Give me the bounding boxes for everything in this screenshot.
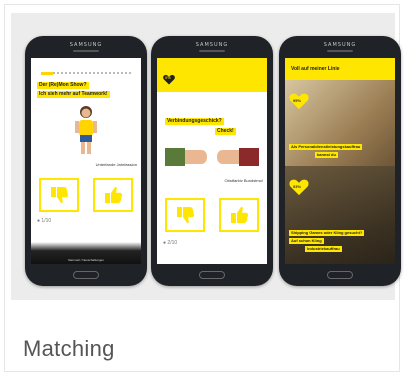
pagination: ● 1/10 <box>37 218 52 224</box>
heart-badge-2: 93% <box>289 178 309 201</box>
fist-bump-illustration <box>165 148 259 166</box>
project-card[interactable]: SAMSUNG Der (Re)Mon Show? Ich sieh mehr … <box>4 4 401 372</box>
question-line-1: Verbindungsgeschick? <box>165 118 224 125</box>
home-button <box>199 271 225 279</box>
phone-mockup-1: SAMSUNG Der (Re)Mon Show? Ich sieh mehr … <box>25 36 147 286</box>
question-line-2: Ich sieh mehr auf Teamwork! <box>37 91 110 98</box>
phone-brand: SAMSUNG <box>195 42 229 48</box>
badge-percent: 95% <box>293 98 302 103</box>
match-line-2: kannst du <box>315 152 338 158</box>
dislike-button[interactable] <box>165 198 205 232</box>
screen-header-band: Voll auf meiner Linie <box>285 58 395 80</box>
thumbs-down-icon <box>177 207 195 224</box>
crowd-silhouette: Sammelt / Neuschaltungen <box>31 242 141 264</box>
thumbs-down-icon <box>51 187 69 204</box>
phone-speaker <box>327 50 353 52</box>
phone-mockup-2: SAMSUNG 0% Verbindungsgeschick? Check! O… <box>151 36 273 286</box>
match-line-3: Shipping Games oder Kling gesucht? <box>289 230 365 236</box>
card-caption: Unterfande Jahrfassion <box>95 162 137 167</box>
phone-screen: Voll auf meiner Linie 95% Als Personaldi… <box>285 58 395 264</box>
progress-bar <box>41 72 131 77</box>
like-button[interactable] <box>93 178 133 212</box>
card-title[interactable]: Matching <box>23 336 115 362</box>
phone-brand: SAMSUNG <box>69 42 103 48</box>
home-button <box>327 271 353 279</box>
like-button[interactable] <box>219 198 259 232</box>
question-line-2: Check! <box>215 128 236 135</box>
screen-footer: Sammelt / Neuschaltungen <box>67 258 105 262</box>
badge-percent: 0% <box>165 75 171 80</box>
dislike-button[interactable] <box>39 178 79 212</box>
match-line-4: Auf schon Kling <box>289 238 324 244</box>
phone-brand: SAMSUNG <box>323 42 357 48</box>
thumbs-up-icon <box>231 206 249 223</box>
card-caption: Obstfarbiv Bundstmo! <box>224 178 263 183</box>
person-illustration <box>75 106 97 154</box>
project-thumbnail[interactable]: SAMSUNG Der (Re)Mon Show? Ich sieh mehr … <box>11 13 401 300</box>
phone-mockup-3: SAMSUNG Voll auf meiner Linie 95% Als Pe… <box>279 36 401 286</box>
phone-screen: Der (Re)Mon Show? Ich sieh mehr auf Team… <box>31 58 141 264</box>
question-line-1: Der (Re)Mon Show? <box>37 82 89 89</box>
phone-speaker <box>199 50 225 52</box>
phone-screen: 0% Verbindungsgeschick? Check! Obstfarbi… <box>157 58 267 264</box>
thumbs-up-icon <box>105 186 123 203</box>
match-line-5: Industriekauffrau <box>305 246 342 252</box>
heart-badge: 0% <box>163 72 175 85</box>
match-line-1: Als Personaldienstleistungskauffrau <box>289 144 363 150</box>
phone-speaker <box>73 50 99 52</box>
badge-percent: 93% <box>293 184 302 189</box>
home-button <box>73 271 99 279</box>
heart-badge-1: 95% <box>289 92 309 115</box>
screen-header: Voll auf meiner Linie <box>291 66 340 72</box>
pagination: ● 2/10 <box>163 240 178 246</box>
